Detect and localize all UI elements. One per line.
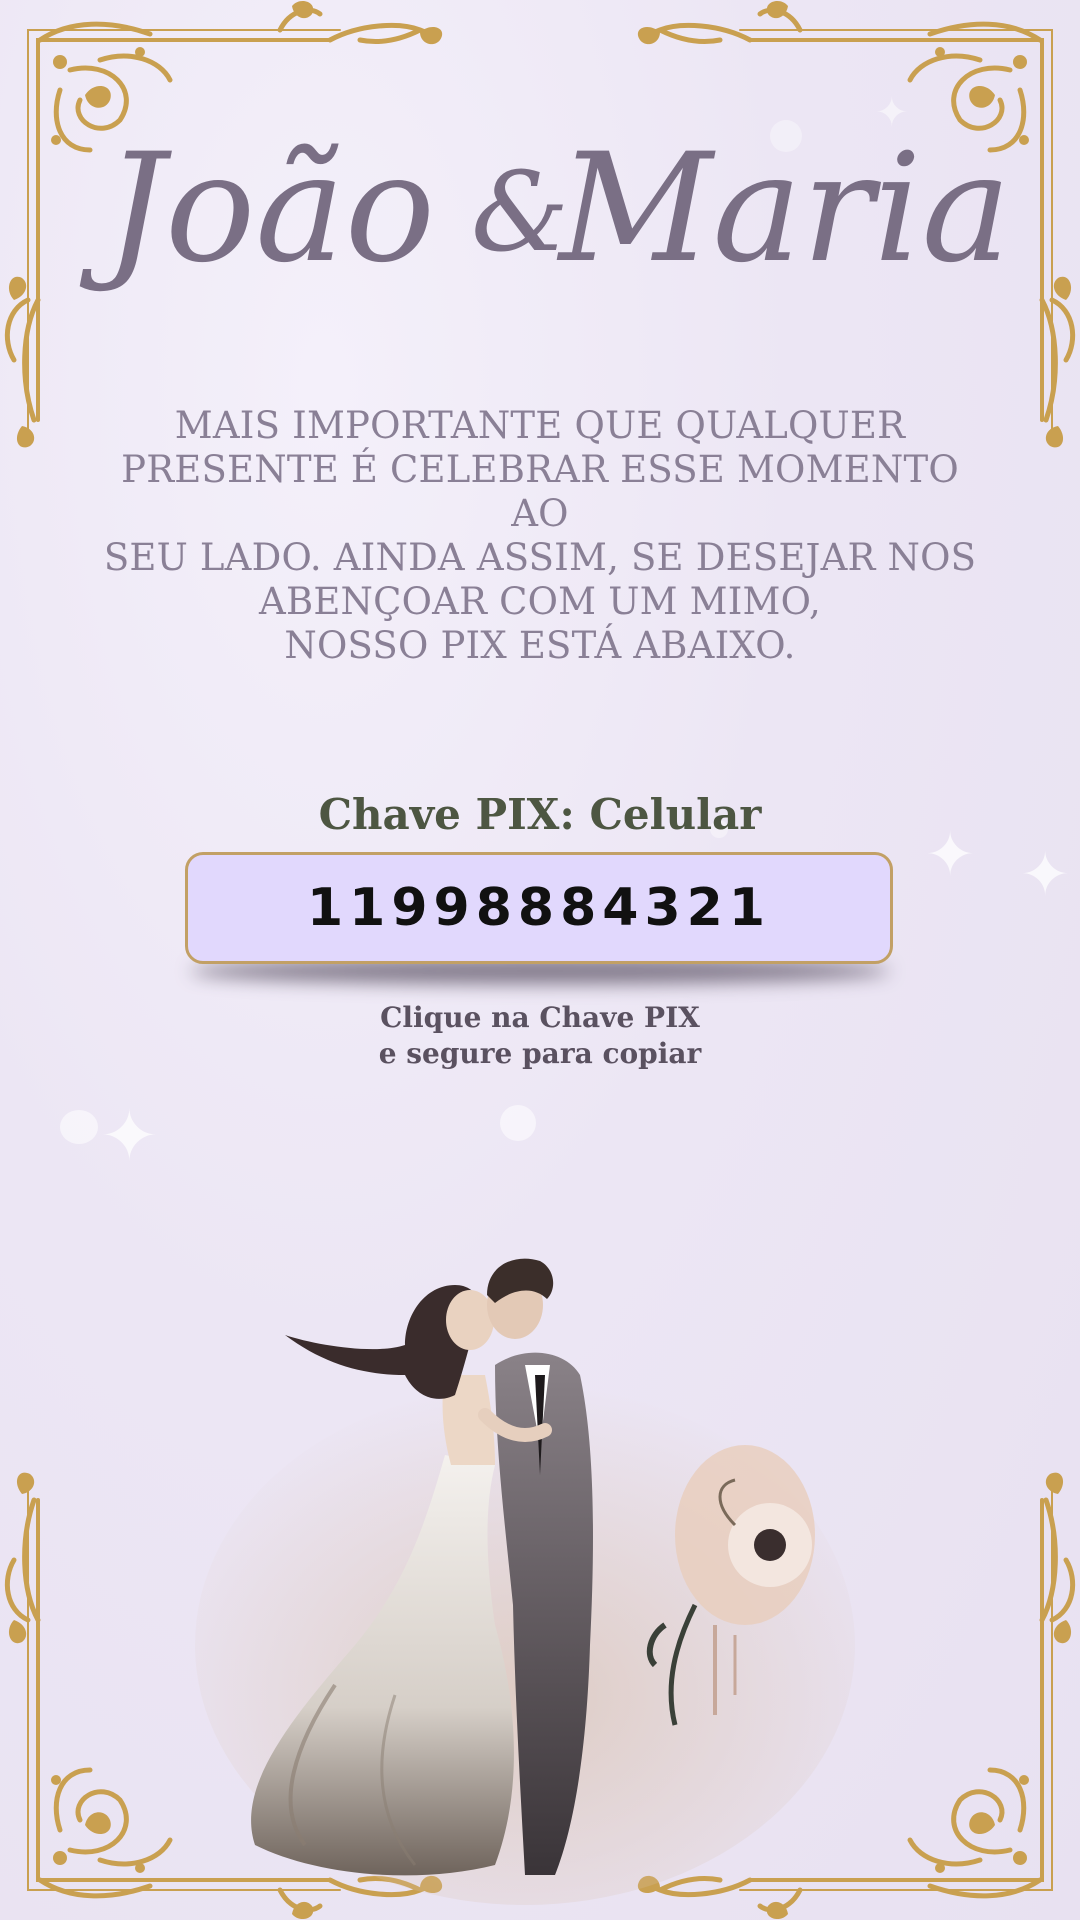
- wedding-couple-illustration: [195, 1258, 855, 1905]
- star-sparkle-icon: ✦: [1020, 840, 1071, 910]
- message-line: ABENÇOAR COM UM MIMO,: [259, 580, 821, 623]
- pix-key-value[interactable]: 11998884321: [307, 878, 771, 938]
- hint-line: Clique na Chave PIX: [380, 1001, 700, 1034]
- pix-key-label: Chave PIX: Celular: [318, 790, 762, 839]
- message-line: NOSSO PIX ESTÁ ABAIXO.: [284, 624, 796, 667]
- name-joao: João: [79, 122, 435, 296]
- invitation-page: ✦ ✦ ✦ ✦ João & Maria MAIS IMPORTANTE QUE…: [0, 0, 1080, 1920]
- sparkle-dot: [60, 1110, 98, 1144]
- sparkle-dot: [500, 1105, 536, 1141]
- couple-names: João & Maria: [0, 60, 1080, 360]
- message-line: SEU LADO. AINDA ASSIM, SE DESEJAR NOS: [103, 536, 977, 579]
- message-line: PRESENTE É CELEBRAR ESSE MOMENTO AO: [121, 448, 959, 535]
- copy-hint: Clique na Chave PIX e segure para copiar: [0, 1000, 1080, 1072]
- star-sparkle-icon: ✦: [100, 1095, 159, 1177]
- ampersand: &: [471, 148, 569, 276]
- gift-message: MAIS IMPORTANTE QUE QUALQUER PRESENTE É …: [90, 404, 990, 668]
- hint-line: e segure para copiar: [378, 1037, 702, 1070]
- message-line: MAIS IMPORTANTE QUE QUALQUER: [174, 404, 906, 447]
- name-maria: Maria: [556, 122, 1011, 296]
- pix-key-button[interactable]: 11998884321: [185, 852, 893, 964]
